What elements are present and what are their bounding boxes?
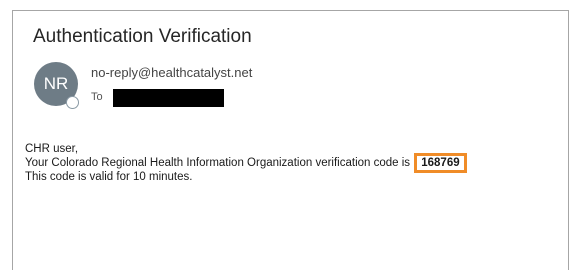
verification-code: 168769 [414, 153, 467, 173]
presence-status-icon [66, 96, 79, 109]
redacted-recipient [113, 89, 224, 107]
message-prefix: Your Colorado Regional Health Informatio… [25, 157, 411, 169]
email-body: CHR user, Your Colorado Regional Health … [25, 142, 467, 184]
greeting-line: CHR user, [25, 143, 79, 155]
email-subject: Authentication Verification [33, 26, 252, 47]
to-label: To [91, 91, 103, 103]
email-reading-pane: Authentication Verification NR no-reply@… [12, 10, 569, 270]
code-line: Your Colorado Regional Health Informatio… [25, 153, 467, 173]
sender-address[interactable]: no-reply@healthcatalyst.net [91, 65, 252, 80]
validity-line: This code is valid for 10 minutes. [25, 171, 193, 183]
